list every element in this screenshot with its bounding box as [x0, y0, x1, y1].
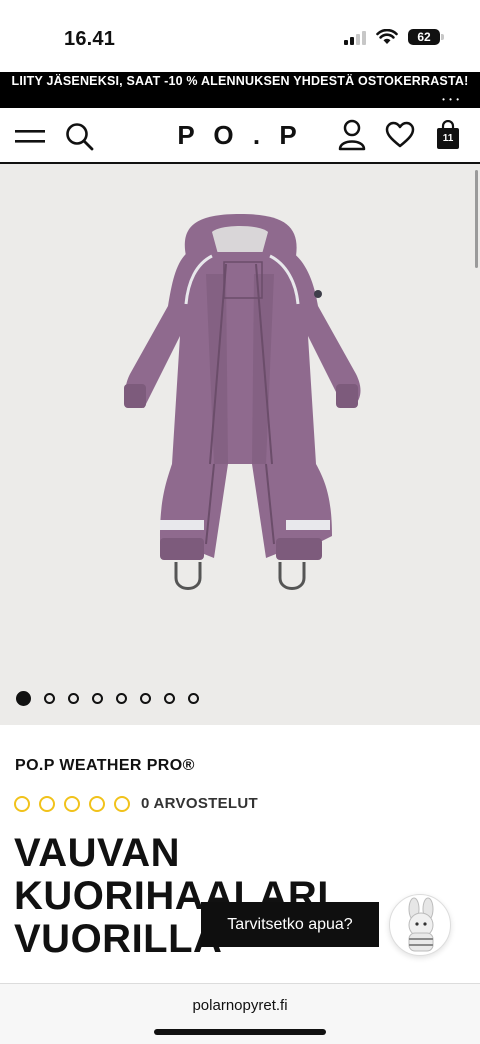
promo-banner[interactable]: LIITY JÄSENEKSI, SAAT -10 % ALENNUKSEN Y…	[0, 72, 480, 108]
bag-icon: 11	[436, 119, 460, 150]
bunny-mascot-icon	[408, 897, 434, 952]
gallery-dot[interactable]	[116, 693, 127, 704]
gallery-dot[interactable]	[44, 693, 55, 704]
gallery-dot[interactable]	[16, 691, 31, 706]
wifi-icon	[376, 29, 398, 44]
product-image-gallery[interactable]	[0, 164, 480, 725]
status-icons: 62	[344, 29, 444, 45]
product-title-line: VAUVAN	[14, 831, 180, 875]
rating-circle-icon	[64, 795, 80, 812]
status-bar: 16.41 62	[0, 0, 480, 72]
battery-icon: 62	[408, 29, 444, 45]
chat-launcher-button[interactable]	[389, 894, 451, 956]
promo-text: LIITY JÄSENEKSI, SAAT -10 % ALENNUKSEN Y…	[11, 74, 469, 88]
browser-address-bar[interactable]: polarnopyret.fi	[0, 983, 480, 1044]
bag-count: 11	[442, 133, 454, 144]
browser-url[interactable]: polarnopyret.fi	[0, 997, 480, 1014]
gallery-dot[interactable]	[92, 693, 103, 704]
status-time: 16.41	[64, 28, 116, 50]
rating-circle-icon	[114, 795, 130, 812]
bag-button[interactable]: 11	[432, 118, 464, 152]
gallery-dot[interactable]	[140, 693, 151, 704]
top-navigation: P O . P 11	[0, 108, 480, 164]
rating-circle-icon	[39, 795, 55, 812]
gallery-dot[interactable]	[68, 693, 79, 704]
gallery-dot[interactable]	[188, 693, 199, 704]
wishlist-button[interactable]	[384, 118, 416, 152]
heart-icon	[385, 121, 415, 148]
home-indicator[interactable]	[154, 1029, 326, 1035]
page-scrollbar[interactable]	[475, 170, 478, 268]
gallery-pagination	[16, 691, 199, 706]
cellular-signal-icon	[344, 29, 366, 45]
chat-help-bubble[interactable]: Tarvitsetko apua?	[201, 902, 379, 947]
account-icon	[338, 119, 366, 151]
product-brand: PO.P WEATHER PRO®	[15, 757, 195, 774]
gallery-dot[interactable]	[164, 693, 175, 704]
rating-circle-icon	[89, 795, 105, 812]
reviews-count[interactable]: 0 ARVOSTELUT	[141, 795, 258, 812]
purple-snowsuit-image	[124, 214, 361, 590]
promo-progress-icon: • • •	[442, 95, 460, 104]
product-rating[interactable]: 0 ARVOSTELUT	[14, 795, 258, 812]
account-button[interactable]	[336, 118, 368, 152]
battery-level: 62	[417, 30, 431, 44]
rating-circle-icon	[14, 795, 30, 812]
